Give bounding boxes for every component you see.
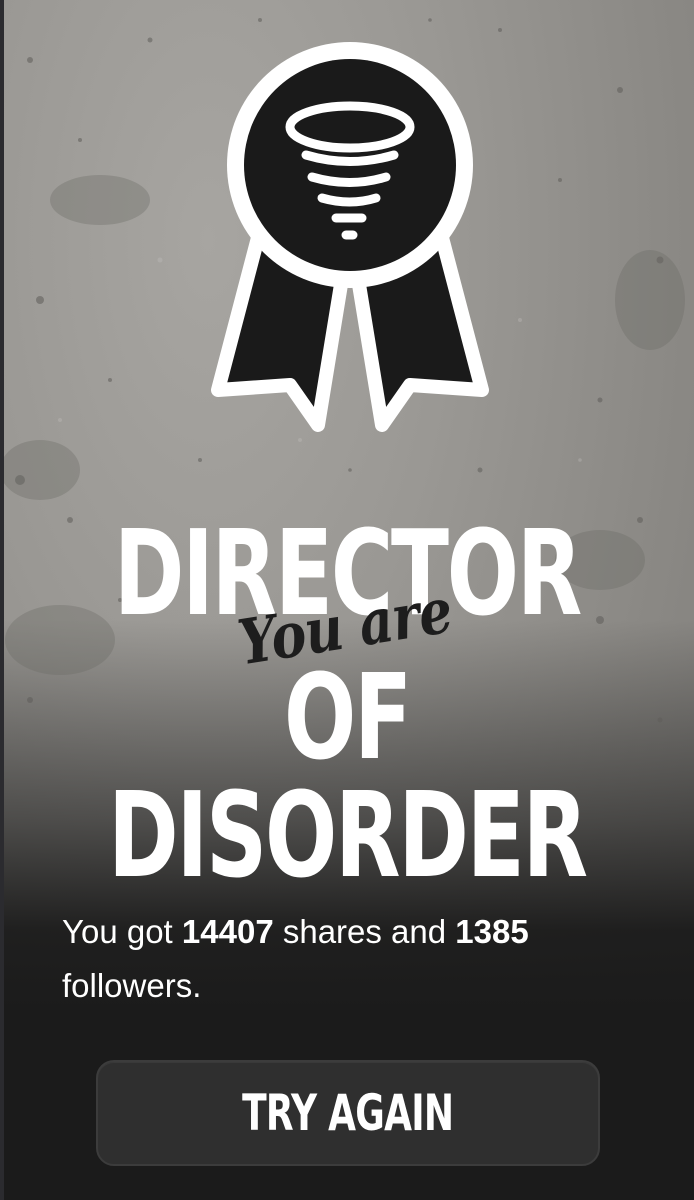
followers-count: 1385 [455,913,529,950]
result-summary: You got 14407 shares and 1385 followers. [62,905,642,1013]
shares-count: 14407 [181,913,274,950]
try-again-label: TRY AGAIN [242,1084,454,1142]
summary-prefix: You got [62,913,182,950]
result-title: DIRECTOR OF DISORDER You are [0,500,694,894]
summary-middle: shares and [273,913,456,950]
award-badge [211,42,489,432]
summary-suffix: followers. [62,967,202,1004]
title-line-2: OF DISORDER [108,648,588,904]
try-again-button[interactable]: TRY AGAIN [96,1060,600,1166]
result-screen: DIRECTOR OF DISORDER You are You got 144… [0,0,694,1200]
